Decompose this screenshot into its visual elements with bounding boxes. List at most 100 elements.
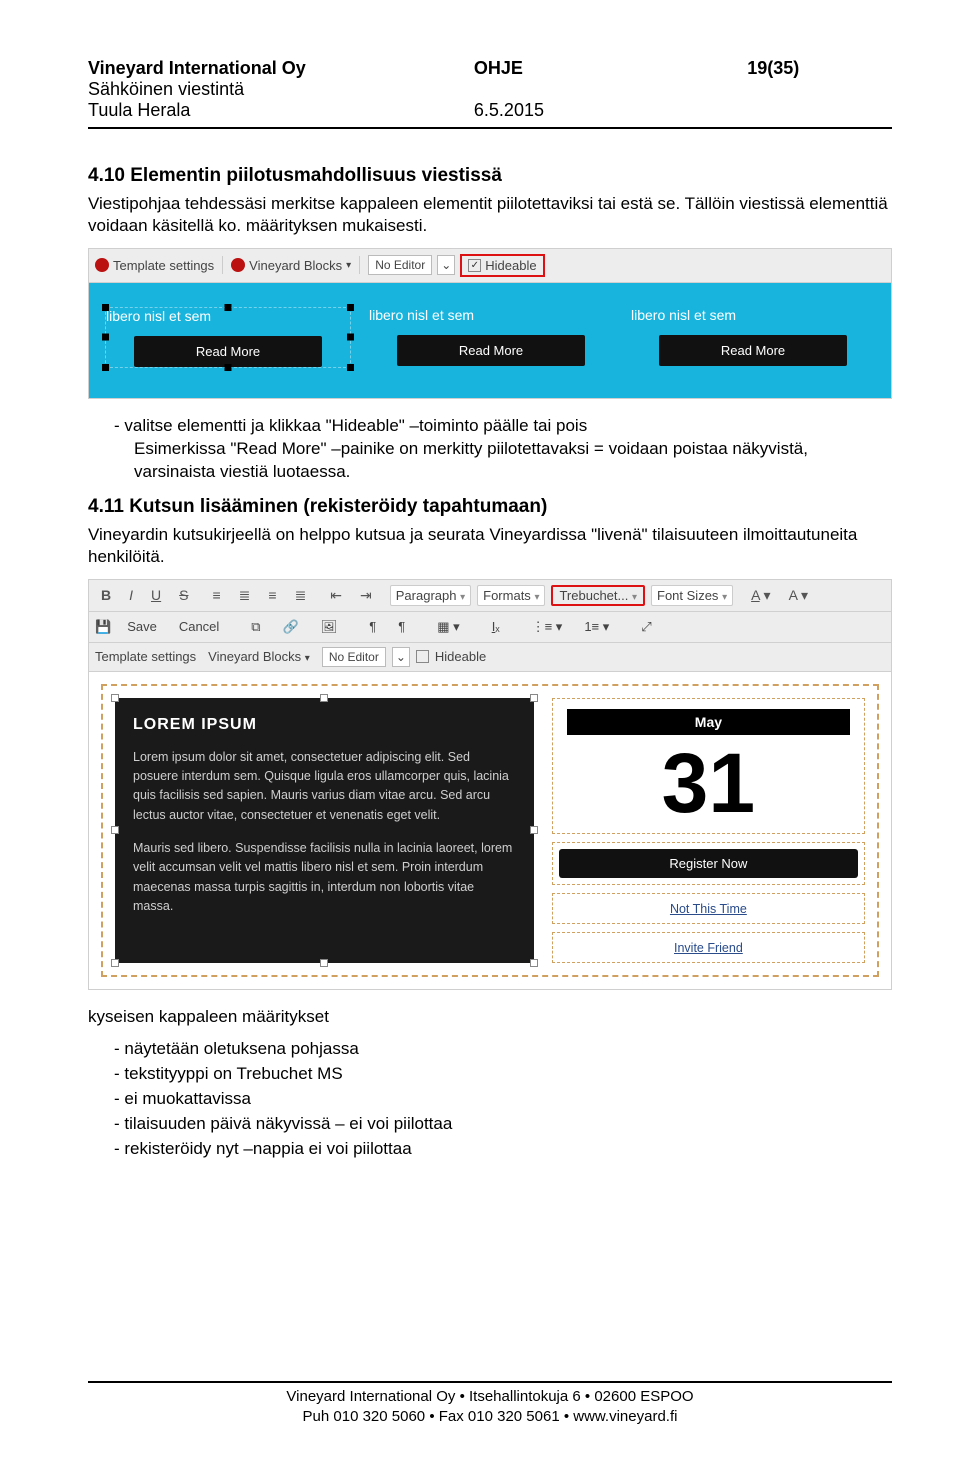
- invite-friend-link[interactable]: Invite Friend: [552, 932, 865, 963]
- editor-canvas: LOREM IPSUM Lorem ipsum dolor sit amet, …: [89, 672, 891, 989]
- header-date: 6.5.2015: [474, 100, 747, 121]
- screenshot-invite-editor: B I U S ≡ ≣ ≡ ≣ ⇤ ⇥ Paragraph Formats Tr…: [88, 579, 892, 990]
- italic-button[interactable]: I: [123, 584, 139, 606]
- bullet-item: näytetään oletuksena pohjassa: [114, 1038, 892, 1061]
- template-settings-button[interactable]: Template settings: [95, 258, 214, 273]
- strike-button[interactable]: S: [173, 584, 194, 606]
- bullet-item: rekisteröidy nyt –nappia ei voi piilotta…: [114, 1138, 892, 1161]
- text-color-button[interactable]: A ▾: [745, 584, 777, 607]
- screenshot-hideable-toolbar: Template settings Vineyard Blocks ▾ No E…: [88, 248, 892, 399]
- hideable-checkbox-wrap[interactable]: Hideable: [460, 254, 544, 277]
- section-4-10-para: Viestipohjaa tehdessäsi merkitse kappale…: [88, 193, 892, 238]
- layout-region-outer: LOREM IPSUM Lorem ipsum dolor sit amet, …: [101, 684, 879, 977]
- lorem-block[interactable]: LOREM IPSUM Lorem ipsum dolor sit amet, …: [115, 698, 534, 963]
- header-author: Tuula Herala: [88, 100, 474, 121]
- indent-more-button[interactable]: ⇥: [354, 584, 378, 607]
- save-icon: 💾: [95, 619, 111, 635]
- bullet-item: ei muokattavissa: [114, 1088, 892, 1111]
- editor-canvas-blue: libero nisl et sem Read More libero nisl…: [89, 283, 891, 398]
- page-header: Vineyard International Oy OHJE 19(35) Sä…: [88, 58, 892, 129]
- image-icon[interactable]: 🖼: [315, 616, 344, 638]
- header-department: Sähköinen viestintä: [88, 79, 892, 100]
- calendar-month: May: [567, 709, 850, 735]
- bullet-line-1: valitse elementti ja klikkaa "Hideable" …: [124, 416, 587, 435]
- section-4-10-bullets: valitse elementti ja klikkaa "Hideable" …: [114, 415, 892, 484]
- align-justify-button[interactable]: ≣: [289, 584, 313, 607]
- card-label: libero nisl et sem: [631, 307, 875, 323]
- header-company: Vineyard International Oy: [88, 58, 474, 79]
- bullet-item: tekstityyppi on Trebuchet MS: [114, 1063, 892, 1086]
- not-this-time-link[interactable]: Not This Time: [552, 893, 865, 924]
- align-center-button[interactable]: ≣: [233, 584, 257, 607]
- font-size-select[interactable]: Font Sizes: [651, 585, 733, 606]
- editor-card[interactable]: libero nisl et sem Read More: [369, 307, 613, 368]
- header-doc-type: OHJE: [474, 58, 747, 79]
- lorem-title: LOREM IPSUM: [133, 716, 516, 734]
- template-settings-button[interactable]: Template settings: [95, 649, 196, 664]
- footer-rule: [88, 1381, 892, 1383]
- vineyard-blocks-label: Vineyard Blocks: [249, 258, 342, 273]
- page: Vineyard International Oy OHJE 19(35) Sä…: [0, 0, 960, 1467]
- no-editor-caret[interactable]: ⌄: [437, 255, 455, 275]
- target-icon: [231, 258, 245, 272]
- bullet-item: tilaisuuden päivä näkyvissä – ei voi pii…: [114, 1113, 892, 1136]
- cancel-button[interactable]: Cancel: [173, 616, 225, 637]
- header-rule: [88, 127, 892, 129]
- save-button[interactable]: Save: [121, 616, 163, 637]
- paragraph-mark-icon[interactable]: ¶: [363, 616, 382, 637]
- hideable-label: Hideable: [485, 258, 536, 273]
- formats-select[interactable]: Formats: [477, 585, 545, 606]
- read-more-button[interactable]: Read More: [397, 335, 585, 366]
- card-label: libero nisl et sem: [369, 307, 613, 323]
- target-icon: [95, 258, 109, 272]
- editor-toolbar: Template settings Vineyard Blocks ▾ No E…: [89, 249, 891, 283]
- hideable-label: Hideable: [435, 649, 486, 664]
- bullet-item: valitse elementti ja klikkaa "Hideable" …: [114, 415, 892, 484]
- section-4-10-title: 4.10 Elementin piilotusmahdollisuus vies…: [88, 165, 892, 187]
- editor-action-row: 💾 Save Cancel ⧉ 🔗 🖼 ¶ ¶ ▦ ▾ Iₓ ⋮≡ ▾ 1≡ ▾…: [89, 612, 891, 643]
- right-column: May 31 Register Now Not This Time Invite…: [552, 698, 865, 963]
- register-now-button[interactable]: Register Now: [559, 849, 858, 878]
- align-left-button[interactable]: ≡: [206, 584, 226, 606]
- table-icon[interactable]: ▦ ▾: [431, 616, 465, 638]
- expand-button[interactable]: ⤢: [635, 616, 657, 638]
- hideable-checkbox[interactable]: [468, 259, 481, 272]
- clear-format-icon[interactable]: Iₓ: [486, 616, 506, 637]
- link-icon[interactable]: 🔗: [277, 616, 305, 638]
- footer-line-2: Puh 010 320 5060 • Fax 010 320 5061 • ww…: [88, 1407, 892, 1427]
- bullets2-intro: kyseisen kappaleen määritykset: [88, 1006, 892, 1028]
- read-more-button[interactable]: Read More: [659, 335, 847, 366]
- no-editor-select[interactable]: No Editor: [368, 255, 432, 275]
- tools-icon[interactable]: ⧉: [245, 616, 266, 638]
- section-4-11-title: 4.11 Kutsun lisääminen (rekisteröidy tap…: [88, 496, 892, 518]
- bold-button[interactable]: B: [95, 584, 117, 606]
- calendar-block[interactable]: May 31: [552, 698, 865, 834]
- pilcrow-icon[interactable]: ¶: [392, 616, 411, 637]
- hideable-checkbox[interactable]: [416, 650, 429, 663]
- bullet-list-button[interactable]: ⋮≡ ▾: [526, 616, 569, 638]
- bg-color-button[interactable]: A ▾: [783, 584, 814, 607]
- editor-card[interactable]: libero nisl et sem Read More: [631, 307, 875, 368]
- align-right-button[interactable]: ≡: [262, 584, 282, 606]
- not-this-time-label: Not This Time: [670, 902, 747, 916]
- read-more-button[interactable]: Read More: [134, 336, 322, 367]
- vineyard-blocks-button[interactable]: Vineyard Blocks ▾: [231, 258, 351, 273]
- editor-card-selected[interactable]: libero nisl et sem Read More: [105, 307, 351, 368]
- no-editor-caret[interactable]: ⌄: [392, 647, 410, 667]
- calendar-day: 31: [567, 735, 850, 827]
- section-4-11: 4.11 Kutsun lisääminen (rekisteröidy tap…: [88, 496, 892, 1161]
- underline-button[interactable]: U: [145, 584, 167, 606]
- lorem-p1: Lorem ipsum dolor sit amet, consectetuer…: [133, 748, 516, 826]
- numbered-list-button[interactable]: 1≡ ▾: [578, 616, 615, 638]
- section-4-10: 4.10 Elementin piilotusmahdollisuus vies…: [88, 165, 892, 484]
- section-4-11-bullets: näytetään oletuksena pohjassa tekstityyp…: [114, 1038, 892, 1161]
- indent-less-button[interactable]: ⇤: [324, 584, 348, 607]
- section-4-11-para: Vineyardin kutsukirjeellä on helppo kuts…: [88, 524, 892, 569]
- no-editor-select[interactable]: No Editor: [322, 647, 386, 667]
- chevron-down-icon: ▾: [305, 653, 310, 664]
- paragraph-select[interactable]: Paragraph: [390, 585, 471, 606]
- font-family-select[interactable]: Trebuchet...: [551, 585, 645, 606]
- bullet-line-1b: Esimerkissa "Read More" –painike on merk…: [134, 439, 808, 481]
- template-settings-label: Template settings: [113, 258, 214, 273]
- vineyard-blocks-button[interactable]: Vineyard Blocks ▾: [208, 649, 310, 664]
